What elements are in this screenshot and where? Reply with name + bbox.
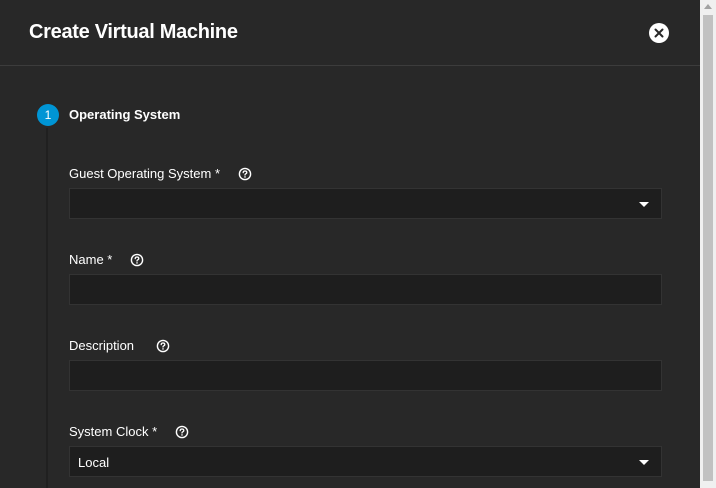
name-label-text: Name * [69,252,113,267]
description-label: Description [69,338,170,353]
guest-os-label: Guest Operating System * [69,166,252,181]
guest-os-select[interactable] [69,188,662,219]
chevron-down-icon [639,202,649,207]
guest-os-label-text: Guest Operating System * [69,166,221,181]
scroll-up-arrow-icon[interactable] [704,4,712,9]
dialog-title: Create Virtual Machine [29,21,238,43]
vertical-scrollbar[interactable] [700,0,716,488]
help-icon[interactable] [130,253,144,267]
system-clock-label-text: System Clock * [69,424,158,439]
system-clock-label: System Clock * [69,424,189,439]
description-label-text: Description [69,338,135,353]
system-clock-value: Local [78,455,110,470]
create-vm-dialog: Create Virtual Machine 1 Operating Syste… [0,0,700,488]
step-number-badge: 1 [37,104,59,126]
stepper-line [46,128,48,488]
description-input[interactable] [70,361,661,390]
description-input-box[interactable] [69,360,662,391]
help-icon[interactable] [156,339,170,353]
step-title: Operating System [69,107,181,122]
name-label: Name * [69,252,144,267]
dialog-header: Create Virtual Machine [0,0,700,66]
scrollbar-thumb[interactable] [703,15,713,481]
close-icon [654,28,664,38]
help-icon[interactable] [175,425,189,439]
close-button[interactable] [649,23,669,43]
chevron-down-icon [639,460,649,465]
help-icon[interactable] [238,167,252,181]
name-input[interactable] [70,275,661,304]
name-input-box[interactable] [69,274,662,305]
system-clock-select[interactable]: Local [69,446,662,477]
